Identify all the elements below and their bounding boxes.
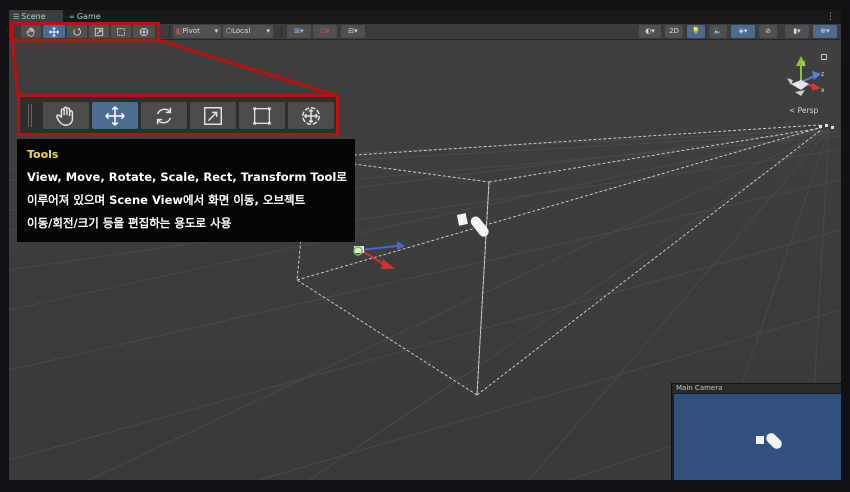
tooltip-line: View, Move, Rotate, Scale, Rect, Transfo…: [27, 170, 347, 184]
tooltip-title: Tools: [27, 148, 59, 161]
scale-icon: [204, 106, 222, 125]
hand-icon: [56, 106, 74, 126]
big-transform-tool[interactable]: [288, 102, 334, 129]
rotate-icon: [156, 107, 172, 124]
big-rotate-tool[interactable]: [141, 102, 187, 129]
tools-tooltip: Tools View, Move, Rotate, Scale, Rect, T…: [17, 139, 355, 242]
screen-frame: y z x < Persp ☰ Scene ∞ Game ⋮ ◧Pivot ▾ …: [0, 0, 850, 492]
big-rect-tool[interactable]: [239, 102, 285, 129]
toolbar-grip: [28, 104, 32, 127]
tooltip-line: 이루어져 있으며 Scene View에서 화면 이동, 오브젝트: [27, 193, 306, 207]
big-scale-tool[interactable]: [190, 102, 236, 129]
tools-zoom-callout: [17, 94, 339, 136]
big-move-tool[interactable]: [92, 102, 138, 129]
transform-icon: [302, 106, 320, 125]
callout-connector: [10, 38, 339, 98]
move-arrows-icon: [105, 105, 125, 126]
tooltip-line: 이동/회전/크기 등을 편집하는 용도로 사용: [27, 216, 232, 230]
big-hand-tool[interactable]: [43, 102, 89, 129]
rect-tool-icon: [253, 106, 271, 125]
